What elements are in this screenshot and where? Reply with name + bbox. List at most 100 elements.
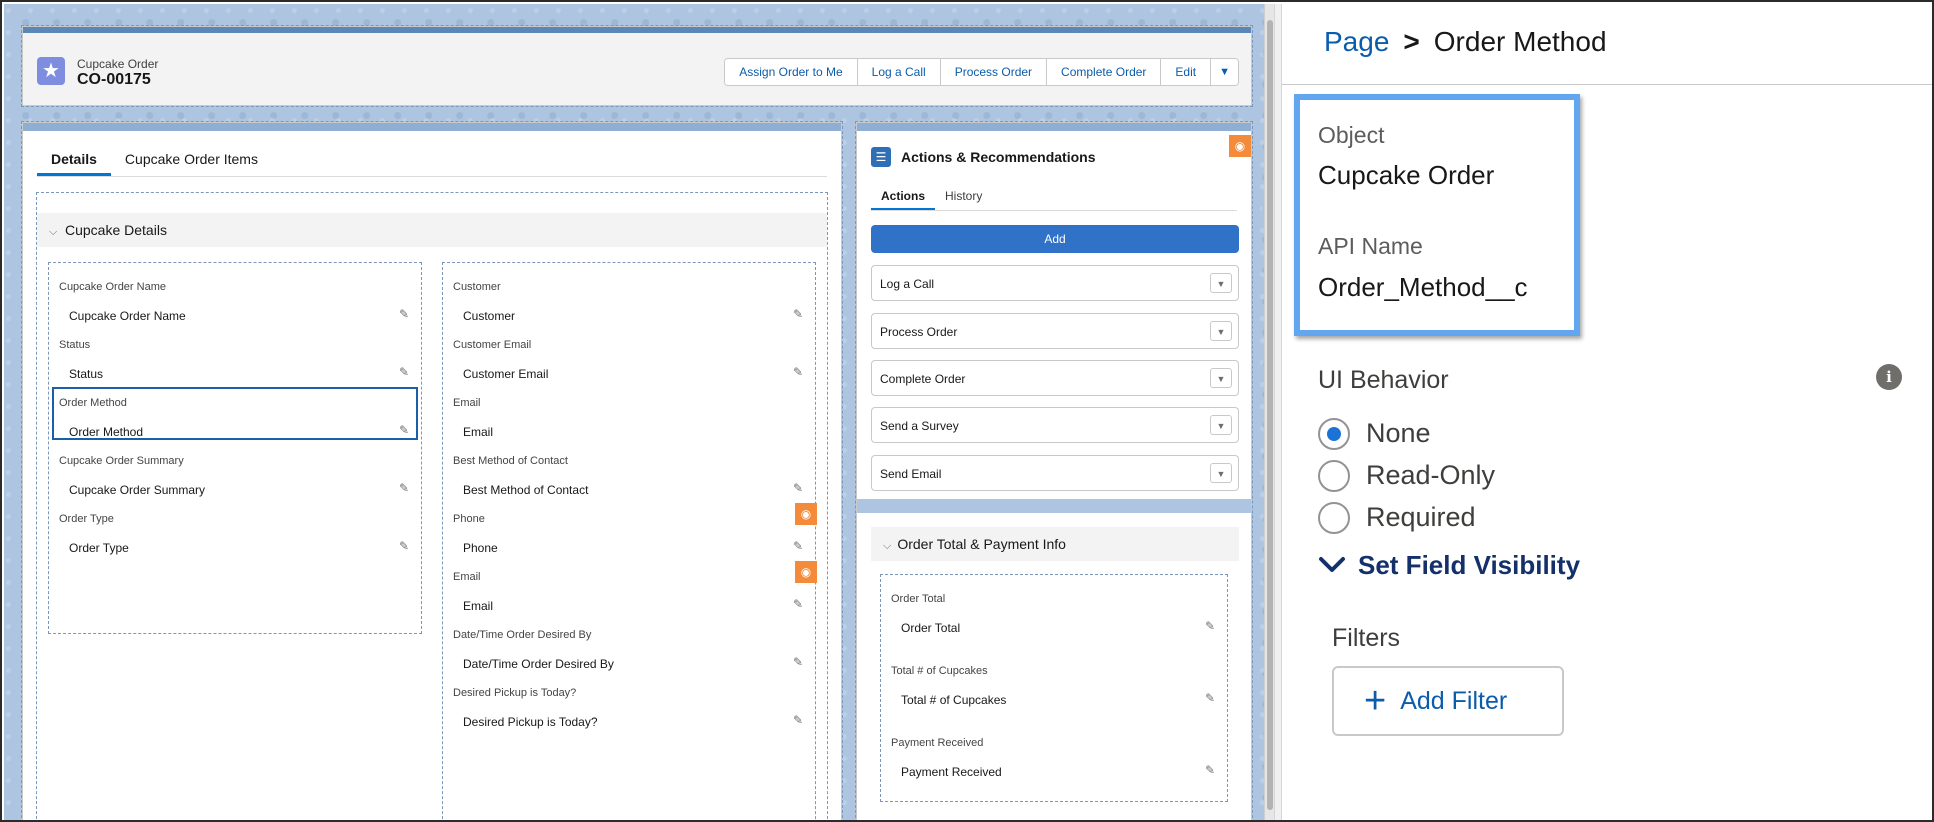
field-email-2[interactable]: ◉ Email Email ✎ bbox=[443, 553, 817, 613]
order-section-header[interactable]: ⌵ Order Total & Payment Info bbox=[871, 527, 1239, 561]
field-payment-received[interactable]: Payment Received Payment Received ✎ bbox=[881, 719, 1227, 779]
field-order-method[interactable]: Order Method Order Method ✎ bbox=[49, 379, 421, 440]
actions-tabset: Actions History bbox=[871, 185, 1237, 211]
field-order-type[interactable]: Order Type Order Type ✎ bbox=[49, 495, 421, 555]
chevron-down-icon[interactable]: ▼ bbox=[1210, 463, 1232, 483]
pencil-icon[interactable]: ✎ bbox=[1205, 619, 1215, 633]
chevron-down-icon[interactable]: ▼ bbox=[1210, 273, 1232, 293]
field-section[interactable]: ⌵ Cupcake Details Cupcake Order Name Cupc… bbox=[36, 192, 828, 820]
info-icon[interactable]: i bbox=[1876, 364, 1902, 390]
tab-cupcake-order-items[interactable]: Cupcake Order Items bbox=[111, 143, 272, 176]
visibility-eye-icon[interactable]: ◉ bbox=[795, 561, 817, 583]
tab-details[interactable]: Details bbox=[37, 143, 111, 176]
process-order-button[interactable]: Process Order bbox=[940, 59, 1048, 85]
pencil-icon[interactable]: ✎ bbox=[793, 597, 803, 611]
action-item-send-a-survey[interactable]: Send a Survey ▼ bbox=[871, 407, 1239, 443]
radio-button[interactable] bbox=[1318, 502, 1350, 534]
field-total-cupcakes[interactable]: Total # of Cupcakes Total # of Cupcakes … bbox=[881, 647, 1227, 707]
action-item-process-order[interactable]: Process Order ▼ bbox=[871, 313, 1239, 349]
highlights-band bbox=[23, 27, 1251, 33]
tab-history[interactable]: History bbox=[935, 185, 992, 210]
pencil-icon[interactable]: ✎ bbox=[793, 713, 803, 727]
chevron-down-icon[interactable]: ▼ bbox=[1210, 321, 1232, 341]
visibility-eye-icon[interactable]: ◉ bbox=[1229, 135, 1251, 157]
details-tabset: Details Cupcake Order Items bbox=[37, 143, 827, 177]
pencil-icon[interactable]: ✎ bbox=[399, 423, 409, 437]
field-customer[interactable]: Customer Customer ✎ bbox=[443, 263, 815, 323]
pencil-icon[interactable]: ✎ bbox=[399, 307, 409, 321]
pencil-icon[interactable]: ✎ bbox=[793, 539, 803, 553]
scrollbar-thumb[interactable] bbox=[1267, 20, 1273, 810]
action-item-send-email[interactable]: Send Email ▼ bbox=[871, 455, 1239, 491]
action-item-complete-order[interactable]: Complete Order ▼ bbox=[871, 360, 1239, 396]
visibility-eye-icon[interactable]: ◉ bbox=[795, 503, 817, 525]
pencil-icon[interactable]: ✎ bbox=[399, 539, 409, 553]
list-icon: ☰ bbox=[871, 147, 891, 167]
field-status[interactable]: Status Status ✎ bbox=[49, 321, 421, 381]
more-actions-dropdown-icon[interactable]: ▼ bbox=[1211, 59, 1238, 85]
breadcrumb-page-link[interactable]: Page bbox=[1324, 26, 1389, 57]
action-label: Send Email bbox=[880, 467, 942, 481]
api-name-label: API Name bbox=[1318, 233, 1423, 259]
tab-actions[interactable]: Actions bbox=[871, 185, 936, 210]
field-date-time-order-desired-by[interactable]: Date/Time Order Desired By Date/Time Ord… bbox=[443, 611, 815, 671]
pencil-icon[interactable]: ✎ bbox=[793, 655, 803, 669]
field-label: Status bbox=[59, 339, 91, 351]
field-desired-pickup-is-today[interactable]: Desired Pickup is Today? Desired Pickup … bbox=[443, 669, 815, 729]
chevron-down-icon[interactable]: ▼ bbox=[1210, 415, 1232, 435]
field-label: Phone bbox=[453, 513, 485, 525]
pencil-icon[interactable]: ✎ bbox=[399, 481, 409, 495]
log-a-call-button[interactable]: Log a Call bbox=[857, 59, 941, 85]
panel-divider[interactable] bbox=[1274, 4, 1282, 820]
filters-label: Filters bbox=[1332, 624, 1401, 652]
set-field-visibility-toggle[interactable]: Set Field Visibility bbox=[1318, 550, 1580, 581]
field-cupcake-order-summary[interactable]: Cupcake Order Summary Cupcake Order Summ… bbox=[49, 437, 421, 497]
add-button[interactable]: Add bbox=[871, 225, 1239, 253]
pencil-icon[interactable]: ✎ bbox=[1205, 691, 1215, 705]
radio-button[interactable] bbox=[1318, 418, 1350, 450]
action-label: Log a Call bbox=[880, 277, 935, 291]
canvas-scrollbar[interactable] bbox=[1264, 4, 1274, 820]
complete-order-button[interactable]: Complete Order bbox=[1047, 59, 1162, 85]
order-section-title: Order Total & Payment Info bbox=[897, 536, 1066, 552]
chevron-down-icon: ⌵ bbox=[883, 540, 892, 552]
record-type-label: Cupcake Order bbox=[77, 57, 159, 71]
field-customer-email[interactable]: Customer Email Customer Email ✎ bbox=[443, 321, 815, 381]
field-label: Email bbox=[453, 571, 481, 583]
field-label: Customer bbox=[453, 281, 501, 293]
field-best-method-of-contact[interactable]: Best Method of Contact Best Method of Co… bbox=[443, 437, 815, 497]
plus-icon: + bbox=[1364, 680, 1387, 722]
assign-order-to-me-button[interactable]: Assign Order to Me bbox=[725, 59, 858, 85]
field-label: Email bbox=[453, 397, 481, 409]
field-label: Order Method bbox=[59, 397, 127, 409]
field-order-total[interactable]: Order Total Order Total ✎ bbox=[881, 575, 1227, 635]
details-band bbox=[23, 123, 841, 131]
pencil-icon[interactable]: ✎ bbox=[793, 481, 803, 495]
pencil-icon[interactable]: ✎ bbox=[793, 365, 803, 379]
record-highlights-panel[interactable]: ★ Cupcake Order CO-00175 Assign Order to… bbox=[21, 25, 1253, 107]
chevron-down-icon[interactable]: ▼ bbox=[1210, 368, 1232, 388]
actions-recommendations-card[interactable]: ☰ Actions & Recommendations ◉ Actions Hi… bbox=[855, 121, 1253, 820]
section-title: Cupcake Details bbox=[65, 222, 167, 238]
breadcrumb-separator: > bbox=[1403, 26, 1420, 57]
field-phone[interactable]: ◉ Phone Phone ✎ bbox=[443, 495, 817, 555]
field-email[interactable]: Email Email bbox=[443, 379, 815, 439]
details-tabs-card[interactable]: Details Cupcake Order Items ⌵ Cupcake Det… bbox=[21, 121, 843, 820]
pencil-icon[interactable]: ✎ bbox=[1205, 763, 1215, 777]
field-label: Cupcake Order Summary bbox=[59, 455, 184, 467]
radio-button[interactable] bbox=[1318, 460, 1350, 492]
app-window: ★ Cupcake Order CO-00175 Assign Order to… bbox=[0, 0, 1934, 822]
field-label: Date/Time Order Desired By bbox=[453, 629, 592, 641]
divider bbox=[1282, 84, 1932, 85]
action-label: Send a Survey bbox=[880, 419, 959, 433]
breadcrumb: Page > Order Method bbox=[1324, 26, 1607, 58]
section-header[interactable]: ⌵ Cupcake Details bbox=[37, 213, 827, 247]
object-value: Cupcake Order bbox=[1318, 160, 1495, 190]
action-item-log-a-call[interactable]: Log a Call ▼ bbox=[871, 265, 1239, 301]
pencil-icon[interactable]: ✎ bbox=[793, 307, 803, 321]
pencil-icon[interactable]: ✎ bbox=[399, 365, 409, 379]
edit-button[interactable]: Edit bbox=[1161, 59, 1212, 85]
field-cupcake-order-name[interactable]: Cupcake Order Name Cupcake Order Name ✎ bbox=[49, 263, 421, 323]
visibility-label: Set Field Visibility bbox=[1358, 550, 1581, 580]
add-filter-button[interactable]: + Add Filter bbox=[1332, 666, 1564, 736]
